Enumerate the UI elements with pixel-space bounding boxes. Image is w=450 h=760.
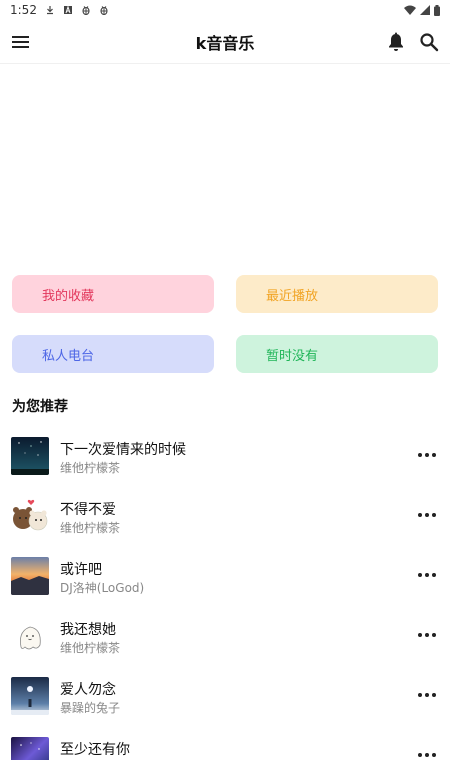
more-horizontal-icon — [418, 633, 422, 637]
app-title: k音音乐 — [195, 33, 255, 53]
more-dot — [425, 753, 429, 757]
quick-action-label: 我的收藏 — [42, 288, 95, 304]
banner-area — [0, 64, 450, 260]
song-title: 至少还有你 — [60, 742, 130, 758]
battery-icon — [434, 4, 440, 16]
more-horizontal-icon — [418, 693, 422, 697]
wifi-icon — [404, 5, 416, 15]
song-row[interactable]: 我还想她 维他柠檬茶 — [0, 607, 450, 667]
more-horizontal-icon — [418, 753, 422, 757]
song-row[interactable]: 不得不爱 维他柠檬茶 — [0, 487, 450, 547]
quick-action-label: 私人电台 — [42, 348, 95, 364]
more-dot — [425, 633, 429, 637]
song-row[interactable]: 下一次爱情来的时候 维他柠檬茶 — [0, 427, 450, 487]
album-cover — [11, 437, 49, 475]
bug-icon — [82, 6, 90, 15]
bell-icon — [389, 32, 403, 51]
song-row[interactable]: 爱人勿念 暴躁的兔子 — [0, 667, 450, 727]
more-dot — [425, 453, 429, 457]
more-dot — [432, 693, 436, 697]
song-artist: DJ洛神(LoGod) — [60, 581, 145, 595]
album-cover — [11, 617, 49, 655]
search-icon — [420, 33, 439, 52]
song-list: 下一次爱情来的时候 维他柠檬茶 不得不爱 维他柠檬茶 或许吧 DJ洛神(LoGo… — [0, 427, 450, 760]
more-dot — [425, 513, 429, 517]
song-title: 我还想她 — [60, 622, 116, 638]
more-horizontal-icon — [418, 453, 422, 457]
album-cover — [11, 557, 49, 595]
song-title: 或许吧 — [60, 562, 102, 578]
quick-action-label: 暂时没有 — [266, 348, 319, 364]
song-title: 爱人勿念 — [60, 682, 116, 698]
more-dot — [425, 573, 429, 577]
status-left: 1:52 — [10, 3, 109, 17]
status-right — [404, 4, 440, 16]
quick-action-radio[interactable]: 私人电台 — [12, 335, 214, 373]
more-button[interactable] — [416, 627, 438, 643]
menu-icon — [12, 36, 29, 48]
a-icon — [63, 5, 72, 14]
more-dot — [432, 513, 436, 517]
download-icon — [46, 6, 53, 15]
song-title: 不得不爱 — [60, 502, 116, 518]
more-button[interactable] — [416, 687, 438, 703]
more-dot — [432, 573, 436, 577]
song-artist: 维他柠檬茶 — [60, 461, 121, 475]
more-button[interactable] — [416, 447, 438, 463]
album-cover — [11, 497, 49, 535]
quick-action-recent[interactable]: 最近播放 — [236, 275, 438, 313]
song-row[interactable]: 至少还有你 — [0, 727, 450, 760]
more-dot — [432, 753, 436, 757]
bug-icon — [100, 6, 108, 15]
more-horizontal-icon — [418, 573, 422, 577]
song-title: 下一次爱情来的时候 — [60, 442, 186, 458]
album-cover — [11, 677, 49, 715]
more-button[interactable] — [416, 507, 438, 523]
search-button[interactable] — [417, 30, 441, 54]
song-artist: 暴躁的兔子 — [60, 701, 121, 715]
song-artist: 维他柠檬茶 — [60, 521, 121, 535]
more-button[interactable] — [416, 567, 438, 583]
more-horizontal-icon — [418, 513, 422, 517]
section-title: 为您推荐 — [12, 399, 68, 415]
song-artist: 维他柠檬茶 — [60, 641, 121, 655]
menu-button[interactable] — [9, 30, 33, 54]
more-dot — [432, 453, 436, 457]
quick-action-label: 最近播放 — [266, 288, 319, 304]
song-row[interactable]: 或许吧 DJ洛神(LoGod) — [0, 547, 450, 607]
status-time: 1:52 — [10, 3, 37, 17]
quick-action-none[interactable]: 暂时没有 — [236, 335, 438, 373]
album-cover — [11, 737, 49, 760]
more-button[interactable] — [416, 747, 438, 760]
signal-icon — [420, 5, 430, 15]
more-dot — [432, 633, 436, 637]
app-bar: k音音乐 — [0, 20, 450, 64]
quick-action-favorites[interactable]: 我的收藏 — [12, 275, 214, 313]
notifications-button[interactable] — [384, 30, 408, 54]
more-dot — [425, 693, 429, 697]
status-bar: 1:52 — [0, 0, 450, 20]
